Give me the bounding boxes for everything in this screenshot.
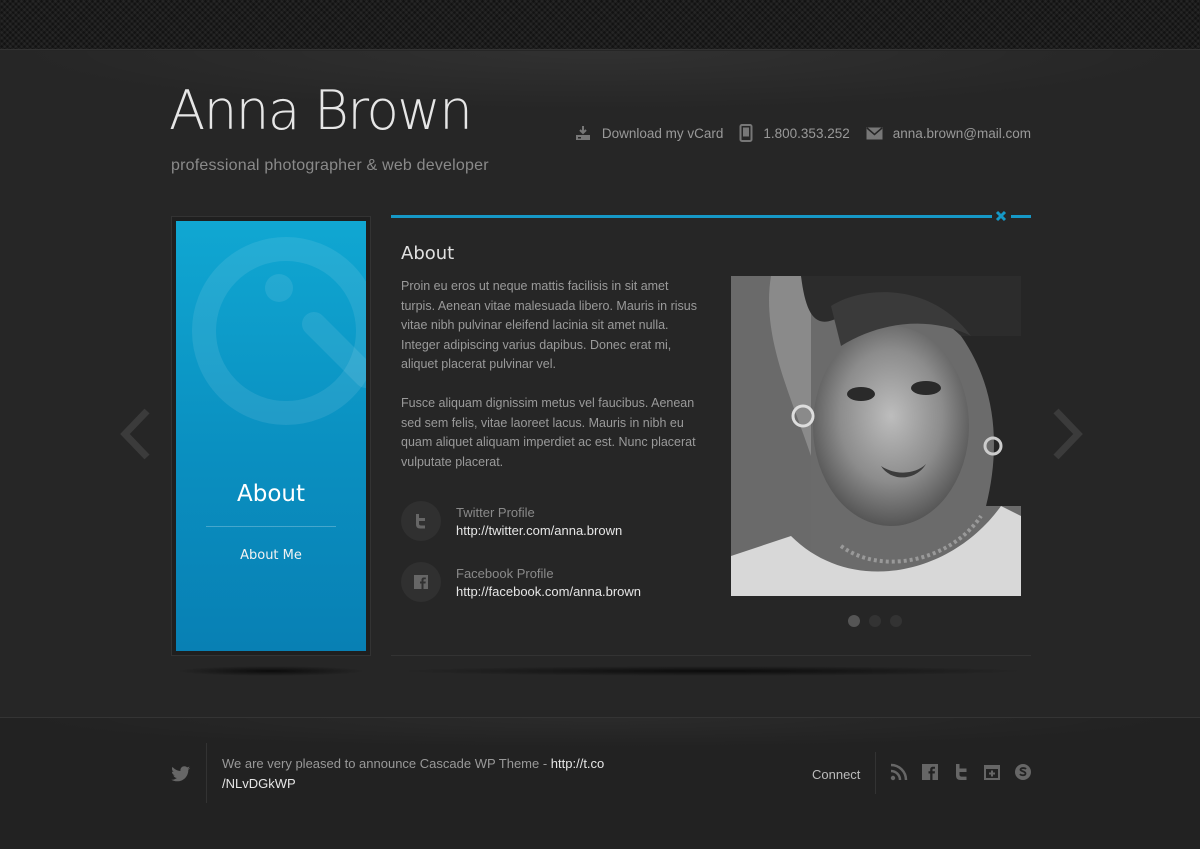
about-paragraph-2: Fusce aliquam dignissim metus vel faucib… — [401, 396, 696, 469]
section-card-panel: About About Me — [176, 221, 366, 651]
section-title: About — [236, 481, 305, 507]
facebook-profile-url[interactable]: http://facebook.com/anna.brown — [456, 584, 641, 599]
about-me-link[interactable]: About Me — [176, 548, 366, 563]
card-shadow — [176, 666, 366, 676]
about-paragraph-1: Proin eu eros ut neque mattis facilisis … — [401, 279, 697, 371]
section-card[interactable]: About About Me — [171, 216, 371, 656]
twitter-profile-row[interactable]: Twitter Profile http://twitter.com/anna.… — [401, 501, 622, 541]
facebook-icon — [401, 562, 441, 602]
close-icon[interactable] — [995, 210, 1007, 222]
contact-bar: Download my vCard 1.800.353.252 anna.bro… — [574, 124, 1031, 142]
connect-label: Connect — [812, 767, 861, 782]
slider-dots — [848, 615, 902, 627]
latest-tweet: We are very pleased to announce Cascade … — [222, 756, 605, 791]
mail-icon — [866, 126, 883, 139]
slider-dot-3[interactable] — [890, 615, 902, 627]
section-divider — [206, 526, 336, 527]
next-arrow-icon[interactable] — [1053, 408, 1083, 460]
accent-line — [391, 215, 992, 218]
facebook-profile-label: Facebook Profile — [456, 565, 554, 581]
phone-icon — [739, 124, 753, 142]
slider-dot-2[interactable] — [869, 615, 881, 627]
footer-social-icons — [890, 763, 1032, 786]
download-vcard-link[interactable]: Download my vCard — [574, 125, 724, 141]
twitter-icon[interactable] — [952, 763, 970, 786]
site-tagline: professional photographer & web develope… — [171, 157, 489, 174]
twitter-profile-label: Twitter Profile — [456, 504, 535, 520]
footer: We are very pleased to announce Cascade … — [0, 717, 1200, 849]
accent-line-end — [1011, 215, 1031, 218]
facebook-profile-row[interactable]: Facebook Profile http://facebook.com/ann… — [401, 562, 641, 602]
top-pattern-bar — [0, 0, 1200, 50]
tweet-link-continued[interactable]: /NLvDGkWP — [222, 776, 296, 791]
prev-arrow-icon[interactable] — [120, 408, 150, 460]
site-title: Anna Brown — [169, 79, 473, 142]
vcard-label: Download my vCard — [601, 125, 724, 141]
facebook-icon[interactable] — [921, 763, 939, 786]
twitter-icon — [401, 501, 441, 541]
content-divider — [391, 655, 1031, 656]
phone-item: 1.800.353.252 — [739, 124, 850, 142]
rss-icon[interactable] — [890, 763, 908, 786]
phone-number: 1.800.353.252 — [763, 125, 850, 141]
profile-photo — [731, 276, 1021, 596]
clock-icon — [192, 237, 366, 425]
twitter-bird-icon — [171, 766, 191, 782]
calendar-icon[interactable] — [983, 763, 1001, 786]
slider-dot-1[interactable] — [848, 615, 860, 627]
skype-icon[interactable] — [1014, 763, 1032, 786]
email-link[interactable]: anna.brown@mail.com — [866, 126, 1031, 141]
about-heading: About — [401, 243, 455, 264]
email-address: anna.brown@mail.com — [892, 125, 1031, 141]
download-icon — [575, 126, 590, 140]
tweet-link[interactable]: http://t.co — [551, 756, 604, 771]
twitter-profile-url[interactable]: http://twitter.com/anna.brown — [456, 523, 622, 538]
content-shadow — [396, 666, 1029, 676]
